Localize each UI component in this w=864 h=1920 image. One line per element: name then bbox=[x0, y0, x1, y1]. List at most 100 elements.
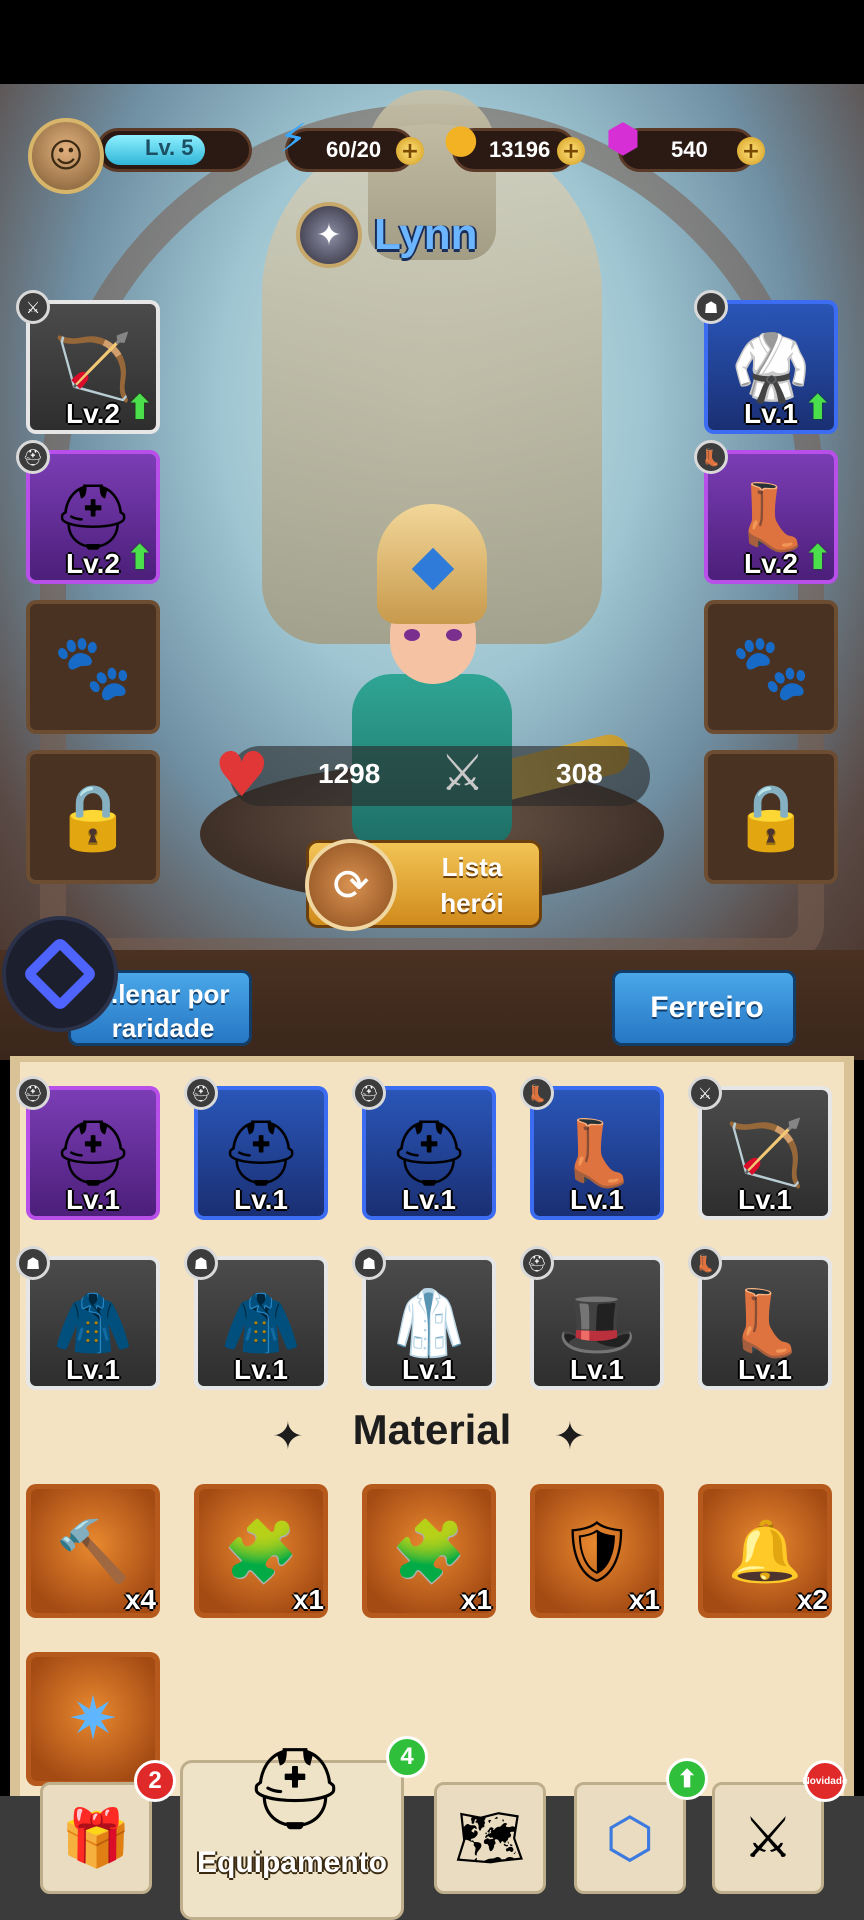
pet-slot-left[interactable]: 🐾 bbox=[26, 600, 160, 734]
item-level: Lv.1 bbox=[570, 1354, 624, 1385]
inventory-item[interactable]: 🧥 ☗ Lv.1 bbox=[184, 1246, 328, 1390]
blacksmith-button[interactable]: Ferreiro bbox=[612, 970, 796, 1046]
swap-icon: ⟳ bbox=[305, 839, 397, 931]
hp-value: 1298 bbox=[318, 758, 381, 789]
new-badge: Novidade bbox=[803, 1760, 848, 1802]
gem-icon: ⬢ bbox=[605, 116, 641, 162]
equip-slot-helmet[interactable]: ⛑ ⛑ Lv.2 ⬆ bbox=[16, 440, 160, 584]
inventory-item[interactable]: 🏹 ⚔ Lv.1 bbox=[688, 1076, 832, 1220]
hero-name: Lynn bbox=[374, 210, 478, 259]
attack-value: 308 bbox=[556, 758, 603, 789]
crossed-swords-icon: ⚔ bbox=[742, 1805, 794, 1871]
hero-eye bbox=[446, 629, 462, 641]
paw-icon: 🐾 bbox=[30, 604, 156, 730]
boots-type-icon: 👢 bbox=[520, 1076, 554, 1110]
inventory-item[interactable]: 🎩 ⛑ Lv.1 bbox=[520, 1246, 664, 1390]
weapon-type-icon: ⚔ bbox=[688, 1076, 722, 1110]
add-gems-button[interactable]: + bbox=[737, 137, 765, 165]
equip-slot-boots[interactable]: 👢 👢 Lv.2 ⬆ bbox=[694, 440, 838, 584]
archer-avatar-icon[interactable]: ☺ bbox=[28, 118, 104, 194]
item-qty: x1 bbox=[460, 1584, 492, 1615]
locked-slot-right[interactable]: 🔒 bbox=[704, 750, 838, 884]
inventory-item[interactable]: 👢 👢 Lv.1 bbox=[520, 1076, 664, 1220]
add-coins-button[interactable]: + bbox=[557, 137, 585, 165]
item-level: Lv.1 bbox=[234, 1354, 288, 1385]
coin-value: 13196 bbox=[489, 137, 551, 162]
equip-slot-armor[interactable]: 🥋 ☗ Lv.1 ⬆ bbox=[694, 290, 838, 434]
material-title: Material bbox=[352, 1406, 512, 1453]
item-level: Lv.1 bbox=[66, 1354, 120, 1385]
sword-icon: ⚔ bbox=[440, 744, 485, 802]
blacksmith-label: Ferreiro bbox=[650, 991, 764, 1024]
nav-tab-map[interactable]: 🗺 bbox=[434, 1782, 546, 1894]
hero-list-label: Lista herói bbox=[440, 852, 504, 918]
inventory-item[interactable]: ⛑ ⛑ Lv.1 bbox=[16, 1076, 160, 1220]
item-qty: x1 bbox=[628, 1584, 660, 1615]
item-qty: x1 bbox=[292, 1584, 324, 1615]
item-level: Lv.1 bbox=[570, 1184, 624, 1215]
material-item[interactable]: 🛡 x1 bbox=[530, 1484, 664, 1618]
boots-type-icon: 👢 bbox=[694, 440, 728, 474]
notification-badge: 4 bbox=[386, 1736, 428, 1778]
map-scroll-icon: 🗺 bbox=[454, 1806, 526, 1871]
material-item[interactable]: 🔨 x4 bbox=[26, 1484, 160, 1618]
helmet-type-icon: ⛑ bbox=[352, 1076, 386, 1110]
hero-list-button[interactable]: ⟳ Lista herói bbox=[305, 839, 542, 931]
nav-tab-battle[interactable]: ⚔ bbox=[712, 1782, 824, 1894]
inventory-item[interactable]: ⛑ ⛑ Lv.1 bbox=[184, 1076, 328, 1220]
armor-type-icon: ☗ bbox=[352, 1246, 386, 1280]
heart-icon: ♥ bbox=[214, 738, 270, 811]
armor-type-icon: ☗ bbox=[184, 1246, 218, 1280]
locked-slot-left[interactable]: 🔒 bbox=[26, 750, 160, 884]
hero-class-icon[interactable]: ✦ bbox=[296, 202, 362, 268]
nav-tab-shop[interactable]: 🎁 bbox=[40, 1782, 152, 1894]
helmet-type-icon: ⛑ bbox=[184, 1076, 218, 1110]
energy-value: 60/20 bbox=[326, 137, 382, 162]
level-label: Lv. 5 bbox=[145, 135, 194, 160]
item-level: Lv.1 bbox=[66, 1184, 120, 1215]
upgrade-arrow-icon: ⬆ bbox=[125, 538, 155, 578]
inventory-item[interactable]: 🧥 ☗ Lv.1 bbox=[16, 1246, 160, 1390]
top-bar: Lv. 5 ☺ 60/20 + ⚡ 13196 + ● 540 + ⬢ bbox=[0, 116, 864, 194]
helmet-type-icon: ⛑ bbox=[520, 1246, 554, 1280]
hero-name-row: ✦ Lynn bbox=[296, 200, 477, 270]
right-ornament-icon: ✦ bbox=[554, 1414, 586, 1458]
equip-slot-weapon[interactable]: 🏹 ⚔ Lv.2 ⬆ bbox=[16, 290, 160, 434]
material-item[interactable]: 🧩 x1 bbox=[194, 1484, 328, 1618]
item-level: Lv.1 bbox=[738, 1184, 792, 1215]
item-qty: x2 bbox=[796, 1584, 828, 1615]
diamond-shape bbox=[21, 935, 99, 1013]
add-energy-button[interactable]: + bbox=[396, 137, 424, 165]
gem-value: 540 bbox=[671, 137, 708, 162]
upgrade-arrow-icon: ⬆ bbox=[125, 388, 155, 428]
nav-tab-talent[interactable]: ⬡ bbox=[574, 1782, 686, 1894]
notification-badge: 2 bbox=[134, 1760, 176, 1802]
upgrade-arrow-icon: ⬆ bbox=[803, 538, 833, 578]
pet-slot-right[interactable]: 🐾 bbox=[704, 600, 838, 734]
crown-coin-icon: ● bbox=[443, 116, 479, 162]
level-bar: Lv. 5 bbox=[96, 128, 252, 172]
item-level: Lv.1 bbox=[234, 1184, 288, 1215]
crystal-icon: ✷ bbox=[31, 1657, 155, 1781]
material-item[interactable]: 🧩 x1 bbox=[362, 1484, 496, 1618]
item-level: Lv.1 bbox=[402, 1354, 456, 1385]
armor-type-icon: ☗ bbox=[16, 1246, 50, 1280]
paw-icon: 🐾 bbox=[708, 604, 834, 730]
item-level: Lv.1 bbox=[402, 1184, 456, 1215]
helmet-icon: ⛑ bbox=[244, 1742, 346, 1835]
inventory-item[interactable]: 🥼 ☗ Lv.1 bbox=[352, 1246, 496, 1390]
hexagon-rune-icon: ⬡ bbox=[605, 1805, 655, 1871]
lock-icon: 🔒 bbox=[708, 754, 834, 880]
inventory-item[interactable]: ⛑ ⛑ Lv.1 bbox=[352, 1076, 496, 1220]
item-level: Lv.1 bbox=[738, 1354, 792, 1385]
inventory-item[interactable]: 👢 👢 Lv.1 bbox=[688, 1246, 832, 1390]
status-bar bbox=[0, 0, 864, 84]
armor-type-icon: ☗ bbox=[694, 290, 728, 324]
material-item[interactable]: 🔔 x2 bbox=[698, 1484, 832, 1618]
treasure-chest-icon: 🎁 bbox=[61, 1806, 131, 1871]
weapon-type-icon: ⚔ bbox=[16, 290, 50, 324]
item-qty: x4 bbox=[124, 1584, 156, 1615]
floating-assistant-icon[interactable] bbox=[2, 916, 118, 1032]
helmet-type-icon: ⛑ bbox=[16, 1076, 50, 1110]
nav-active-label: Equipamento bbox=[196, 1846, 387, 1879]
